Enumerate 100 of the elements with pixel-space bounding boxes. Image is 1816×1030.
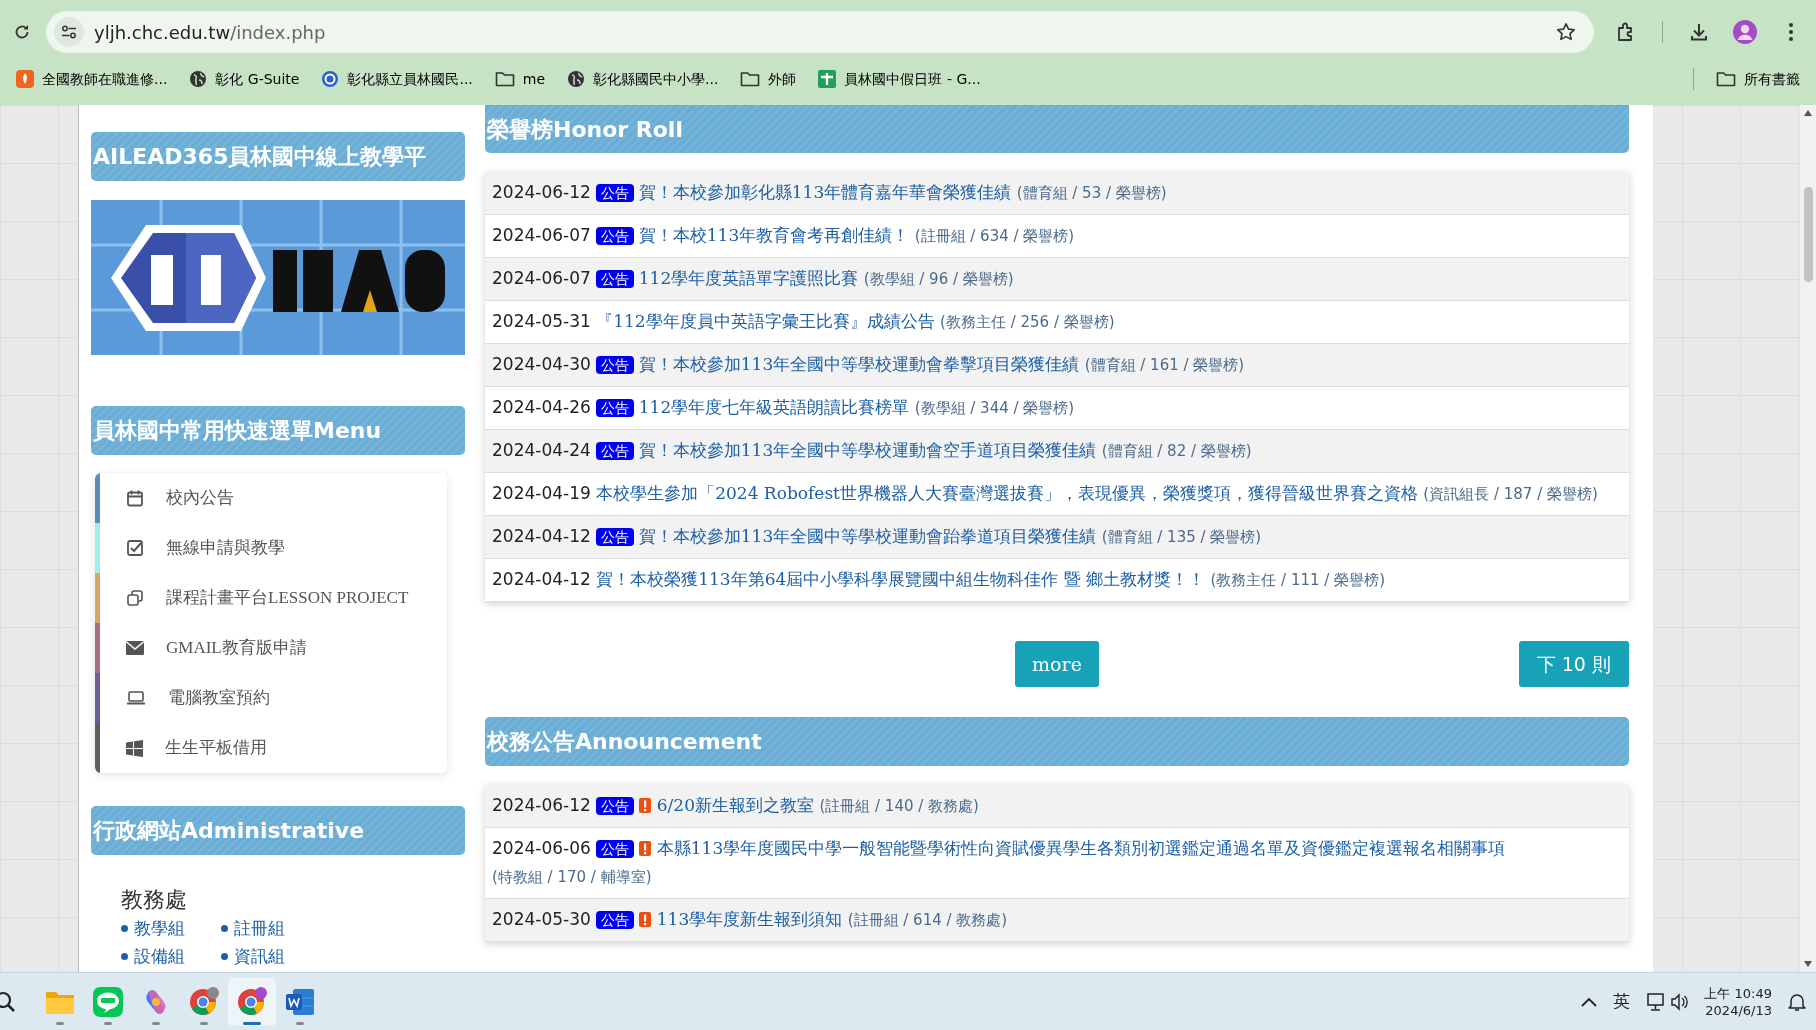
category-badge: 公告 (595, 797, 634, 815)
document-app-icon (285, 987, 315, 1016)
post-link[interactable]: 賀！本校參加113年全國中等學校運動會拳擊項目榮獲佳績 (638, 354, 1080, 374)
post-date: 2024-06-07 (492, 225, 591, 245)
post-date: 2024-04-19 (492, 483, 591, 503)
network-volume-icon[interactable] (1646, 991, 1689, 1012)
post-date: 2024-06-06 (492, 838, 591, 858)
post-meta: (教務主任 / 256 / 榮譽榜) (940, 313, 1115, 331)
taskbar-app[interactable] (228, 977, 276, 1026)
laptop-icon (126, 691, 146, 705)
section-header: 行政網站Administrative (91, 806, 465, 855)
section-header: 校務公告Announcement (485, 717, 1629, 766)
site-settings-icon[interactable] (54, 17, 84, 47)
avatar-icon[interactable] (1731, 18, 1759, 46)
clock[interactable]: 上午 10:49 2024/6/13 (1704, 984, 1772, 1019)
post-date: 2024-04-12 (492, 526, 591, 546)
post-meta: (教務主任 / 111 / 榮譽榜) (1210, 571, 1385, 589)
menu-item[interactable]: 電腦教室預約 (95, 673, 447, 723)
category-badge: 公告 (595, 399, 634, 417)
scrollbar[interactable] (1800, 105, 1816, 972)
post-link[interactable]: 本校學生參加「2024 Robofest世界機器人大賽臺灣選拔賽」，表現優異，榮獲獎項，獲得晉級世界賽之資格 (596, 483, 1418, 503)
post-meta: (特教組 / 170 / 輔導室) (492, 868, 652, 886)
post-link[interactable]: 6/20新生報到之教室 (656, 795, 814, 815)
group-heading: 教務處 (121, 886, 188, 914)
section-header: 員林國中常用快速選單Menu (91, 406, 465, 455)
checkbox-icon (126, 539, 144, 557)
chevron-up-icon[interactable] (1581, 996, 1598, 1007)
bookmark-folder-link[interactable]: 所有書籤 (1716, 68, 1800, 90)
post-meta: (體育組 / 161 / 榮譽榜) (1084, 356, 1245, 374)
address-bar[interactable]: yljh.chc.edu.tw/index.php (46, 11, 1594, 53)
plus-square-icon (818, 70, 837, 88)
post-date: 2024-05-30 (492, 909, 591, 929)
chat-app-icon (93, 986, 123, 1017)
scrollbar-thumb[interactable] (1803, 187, 1813, 282)
post-link[interactable]: 賀！本校113年教育會考再創佳績！ (638, 225, 910, 245)
post-meta: (資訊組長 / 187 / 榮譽榜) (1423, 485, 1598, 503)
admin-link[interactable]: 註冊組 (221, 916, 321, 942)
menu-item[interactable]: 校內公告 (95, 473, 447, 523)
envelope-icon (126, 641, 144, 655)
url-text: yljh.chc.edu.tw/index.php (94, 20, 326, 45)
section-header: AILEAD365員林國中線上教學平 (91, 132, 465, 181)
post-meta: (註冊組 / 140 / 教務處) (819, 797, 979, 815)
bookmark-link[interactable]: 彰化縣國民中小學... (567, 68, 719, 90)
category-badge: 公告 (595, 356, 634, 374)
windows-icon (126, 739, 143, 757)
circle-logo-icon (321, 70, 340, 88)
post-date: 2024-05-31 (492, 311, 591, 331)
category-badge: 公告 (595, 840, 634, 858)
category-badge: 公告 (595, 528, 634, 546)
menu-item[interactable]: 生生平板借用 (95, 723, 447, 773)
post-link[interactable]: 本縣113學年度國民中學一般智能暨學術性向資賦優異學生各類別初選鑑定通過名單及資優鑑定複選報名相關事項 (656, 838, 1506, 858)
bookmark-link[interactable]: 外師 (740, 68, 797, 90)
post-meta: (教學組 / 344 / 榮譽榜) (914, 399, 1075, 417)
admin-link[interactable]: 資訊組 (221, 943, 321, 969)
post-link[interactable]: 賀！本校參加113年全國中等學校運動會空手道項目榮獲佳績 (638, 440, 1097, 460)
copy-icon (126, 589, 144, 607)
post-meta: (體育組 / 135 / 榮譽榜) (1101, 528, 1262, 546)
scroll-down-icon[interactable] (1803, 960, 1813, 968)
post-link[interactable]: 113學年度新生報到須知 (656, 909, 843, 929)
bookmark-link[interactable]: 彰化縣立員林國民... (321, 68, 473, 90)
menu-item[interactable]: GMAIL教育版申請 (95, 623, 447, 673)
folder-icon (740, 71, 761, 87)
post-link[interactable]: 『112學年度員中英語字彙王比賽』成績公告 (596, 311, 935, 331)
input-method-indicator[interactable]: 英 (1613, 988, 1631, 1015)
category-badge: 公告 (595, 270, 634, 288)
calendar-icon (126, 489, 144, 507)
category-badge: 公告 (595, 227, 634, 245)
post-link[interactable]: 112學年度英語單字護照比賽 (638, 268, 859, 288)
post-link[interactable]: 112學年度七年級英語朗讀比賽榜單 (638, 397, 910, 417)
folder-icon (494, 71, 515, 87)
post-link[interactable]: 賀！本校榮獲113年第64屆中小學科學展覽國中組生物科佳作 暨 鄉土教材獎！！ (596, 569, 1206, 589)
globe-icon (189, 70, 208, 88)
scroll-up-icon[interactable] (1803, 109, 1813, 117)
bookmark-link[interactable]: 彰化 G-Suite (189, 68, 300, 90)
section-header: 榮譽榜Honor Roll (485, 105, 1629, 153)
bookmark-link[interactable]: 員林國中假日班 - G... (818, 68, 981, 90)
flame-icon (16, 70, 34, 88)
post-link[interactable]: 賀！本校參加彰化縣113年體育嘉年華會榮獲佳績 (638, 182, 1012, 202)
post-link[interactable]: 賀！本校參加113年全國中等學校運動會跆拳道項目榮獲佳績 (638, 526, 1097, 546)
category-badge: 公告 (595, 184, 634, 202)
category-badge: 公告 (595, 442, 634, 460)
post-date: 2024-06-12 (492, 795, 591, 815)
menu-item[interactable]: 課程計畫平台LESSON PROJECT (95, 573, 447, 623)
post-meta: (註冊組 / 634 / 榮譽榜) (914, 227, 1075, 245)
bookmark-link[interactable]: 全國教師在職進修... (16, 68, 168, 90)
category-badge: 公告 (595, 911, 634, 929)
folder-icon (1716, 71, 1736, 87)
globe-icon (567, 70, 586, 88)
post-date: 2024-06-07 (492, 268, 591, 288)
browser-icon (188, 985, 220, 1018)
post-date: 2024-06-12 (492, 182, 591, 202)
browser-icon (236, 985, 268, 1018)
post-meta: (體育組 / 53 / 榮譽榜) (1016, 184, 1167, 202)
admin-link[interactable]: 設備組 (121, 943, 221, 969)
menu-item[interactable]: 無線申請與教學 (95, 523, 447, 573)
bookmark-link[interactable]: me (494, 68, 546, 90)
admin-link[interactable]: 教學組 (121, 916, 221, 942)
post-date: 2024-04-24 (492, 440, 591, 460)
bell-icon[interactable] (1788, 991, 1806, 1012)
post-meta: (體育組 / 82 / 榮譽榜) (1101, 442, 1252, 460)
